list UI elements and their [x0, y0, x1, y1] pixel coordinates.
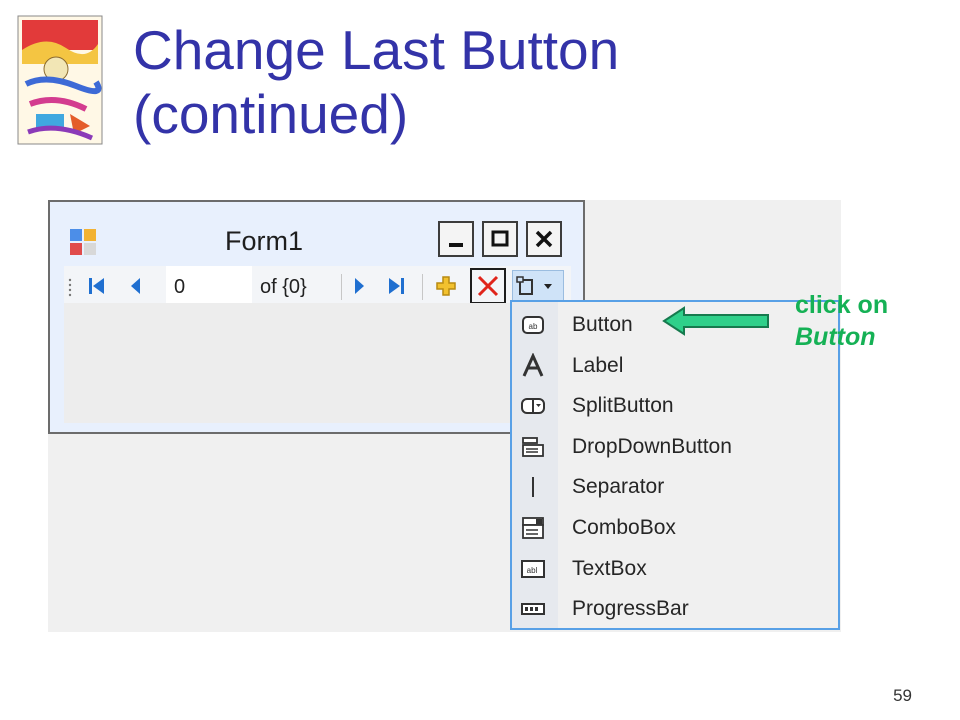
button-icon: ab [522, 316, 544, 334]
menu-item-separator[interactable]: Separator [512, 467, 838, 507]
menu-item-label: Label [572, 354, 624, 377]
add-item-menu: ab Button Label SplitButton DropDownButt… [510, 300, 840, 630]
move-last-icon[interactable] [385, 275, 409, 297]
annotation-line1: click on [795, 291, 889, 319]
form-window: Form1 0 of {0} [48, 200, 585, 434]
form-app-icon [70, 229, 96, 255]
binding-navigator: 0 of {0} [64, 266, 571, 311]
close-icon [535, 230, 553, 248]
page-number: 59 [893, 686, 912, 705]
menu-item-label: TextBox [572, 557, 647, 580]
toolstrip-separator [422, 274, 423, 300]
menu-item-label: Button [572, 313, 633, 336]
label-icon [522, 353, 544, 377]
maximize-button[interactable] [482, 221, 518, 257]
split-button-icon [521, 398, 545, 414]
separator-icon [532, 477, 534, 497]
slide-title-line1: Change Last Button [133, 19, 620, 81]
svg-text:abl: abl [527, 566, 538, 575]
svg-text:ab: ab [529, 322, 538, 331]
menu-item-combobox[interactable]: ComboBox [512, 508, 838, 548]
slide-logo-icon [17, 15, 103, 145]
menu-item-textbox[interactable]: abl TextBox [512, 549, 838, 589]
add-new-icon[interactable] [434, 275, 458, 297]
toolstrip-grip-icon[interactable] [68, 278, 72, 298]
menu-item-label: ComboBox [572, 516, 676, 539]
maximize-icon [491, 230, 509, 247]
progressbar-icon [521, 603, 545, 615]
move-next-icon[interactable] [347, 275, 371, 297]
delete-button[interactable] [470, 268, 506, 304]
toolstrip-separator [341, 274, 342, 300]
minimize-button[interactable] [438, 221, 474, 257]
slide-title: Change Last Button (continued) [133, 18, 913, 146]
menu-item-split-button[interactable]: SplitButton [512, 386, 838, 426]
menu-item-label: SplitButton [572, 394, 674, 417]
annotation-line2: Button [795, 323, 876, 351]
position-value: 0 [174, 276, 186, 298]
menu-item-label: ProgressBar [572, 597, 689, 620]
close-button[interactable] [526, 221, 562, 257]
dropdown-button-icon [522, 437, 544, 457]
menu-item-progressbar[interactable]: ProgressBar [512, 589, 838, 629]
delete-icon [477, 275, 499, 297]
annotation-arrow-icon [662, 306, 769, 336]
move-first-icon[interactable] [84, 275, 108, 297]
minimize-icon [449, 243, 463, 247]
form-client-area [64, 303, 571, 423]
combobox-icon [522, 517, 544, 539]
menu-item-label-control[interactable]: Label [512, 346, 838, 386]
count-label: of {0} [260, 276, 307, 298]
move-previous-icon[interactable] [124, 275, 148, 297]
add-item-dropdown-icon [516, 276, 552, 295]
textbox-icon: abl [521, 560, 545, 578]
slide-title-line2: (continued) [133, 83, 409, 145]
menu-item-dropdown-button[interactable]: DropDownButton [512, 427, 838, 467]
annotation-note: click on Button [795, 289, 888, 353]
menu-item-label: Separator [572, 475, 665, 498]
add-item-dropdown-button[interactable] [512, 270, 564, 304]
menu-item-label: DropDownButton [572, 435, 732, 458]
form-title: Form1 [225, 226, 304, 256]
